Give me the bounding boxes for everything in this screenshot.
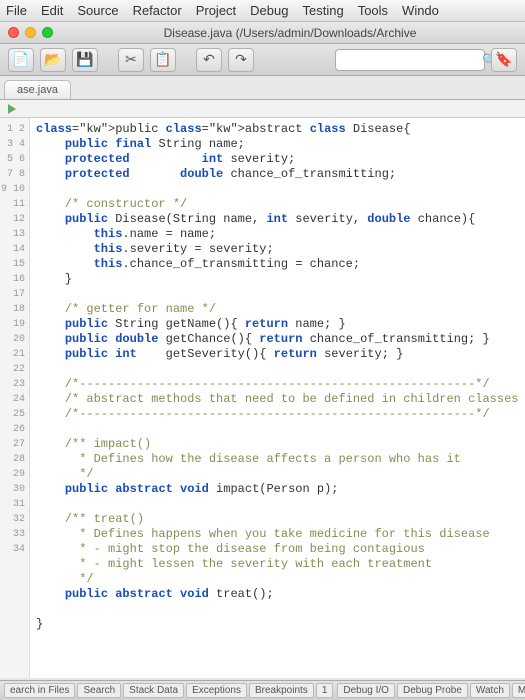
sb-breakpoints[interactable]: Breakpoints [249, 683, 314, 698]
sb-search-files[interactable]: earch in Files [4, 683, 75, 698]
undo-button[interactable]: ↶ [196, 48, 222, 72]
open-file-button[interactable]: 📂 [40, 48, 66, 72]
run-icon[interactable] [8, 104, 16, 114]
close-window-button[interactable] [8, 27, 19, 38]
sb-stack[interactable]: Stack Data [123, 683, 184, 698]
sb-modules[interactable]: Modules [512, 683, 525, 698]
search-box[interactable]: 🔍 [335, 49, 485, 71]
menu-refactor[interactable]: Refactor [133, 3, 182, 18]
sb-watch[interactable]: Watch [470, 683, 510, 698]
window-title: Disease.java (/Users/admin/Downloads/Arc… [63, 26, 517, 40]
tabbar: ase.java [0, 76, 525, 100]
menu-source[interactable]: Source [77, 3, 118, 18]
new-file-button[interactable]: 📄 [8, 48, 34, 72]
file-tab[interactable]: ase.java [4, 80, 71, 99]
search-input[interactable] [340, 54, 482, 66]
line-gutter: 1 2 3 4 5 6 7 8 9 10 11 12 13 14 15 16 1… [0, 118, 30, 678]
code-area[interactable]: class="kw">public class="kw">abstract cl… [30, 118, 525, 678]
window-titlebar: Disease.java (/Users/admin/Downloads/Arc… [0, 22, 525, 44]
statusbar: earch in Files Search Stack Data Excepti… [0, 680, 525, 700]
sb-debugprobe[interactable]: Debug Probe [397, 683, 468, 698]
traffic-lights [8, 27, 53, 38]
menu-window[interactable]: Windo [402, 3, 439, 18]
cut-button[interactable]: ✂ [118, 48, 144, 72]
zoom-window-button[interactable] [42, 27, 53, 38]
code-editor[interactable]: 1 2 3 4 5 6 7 8 9 10 11 12 13 14 15 16 1… [0, 118, 525, 678]
menubar: File Edit Source Refactor Project Debug … [0, 0, 525, 22]
redo-button[interactable]: ↷ [228, 48, 254, 72]
run-gutter [0, 100, 525, 118]
menu-debug[interactable]: Debug [250, 3, 288, 18]
save-button[interactable]: 💾 [72, 48, 98, 72]
sb-exceptions[interactable]: Exceptions [186, 683, 247, 698]
menu-file[interactable]: File [6, 3, 27, 18]
minimize-window-button[interactable] [25, 27, 36, 38]
toolbar: 📄 📂 💾 ✂ 📋 ↶ ↷ 🔍 🔖 [0, 44, 525, 76]
menu-edit[interactable]: Edit [41, 3, 63, 18]
menu-tools[interactable]: Tools [358, 3, 388, 18]
menu-testing[interactable]: Testing [302, 3, 343, 18]
copy-button[interactable]: 📋 [150, 48, 176, 72]
sb-one[interactable]: 1 [316, 683, 334, 698]
sb-search[interactable]: Search [77, 683, 121, 698]
menu-project[interactable]: Project [196, 3, 236, 18]
bookmark-button[interactable]: 🔖 [491, 48, 517, 72]
sb-debugio[interactable]: Debug I/O [337, 683, 395, 698]
